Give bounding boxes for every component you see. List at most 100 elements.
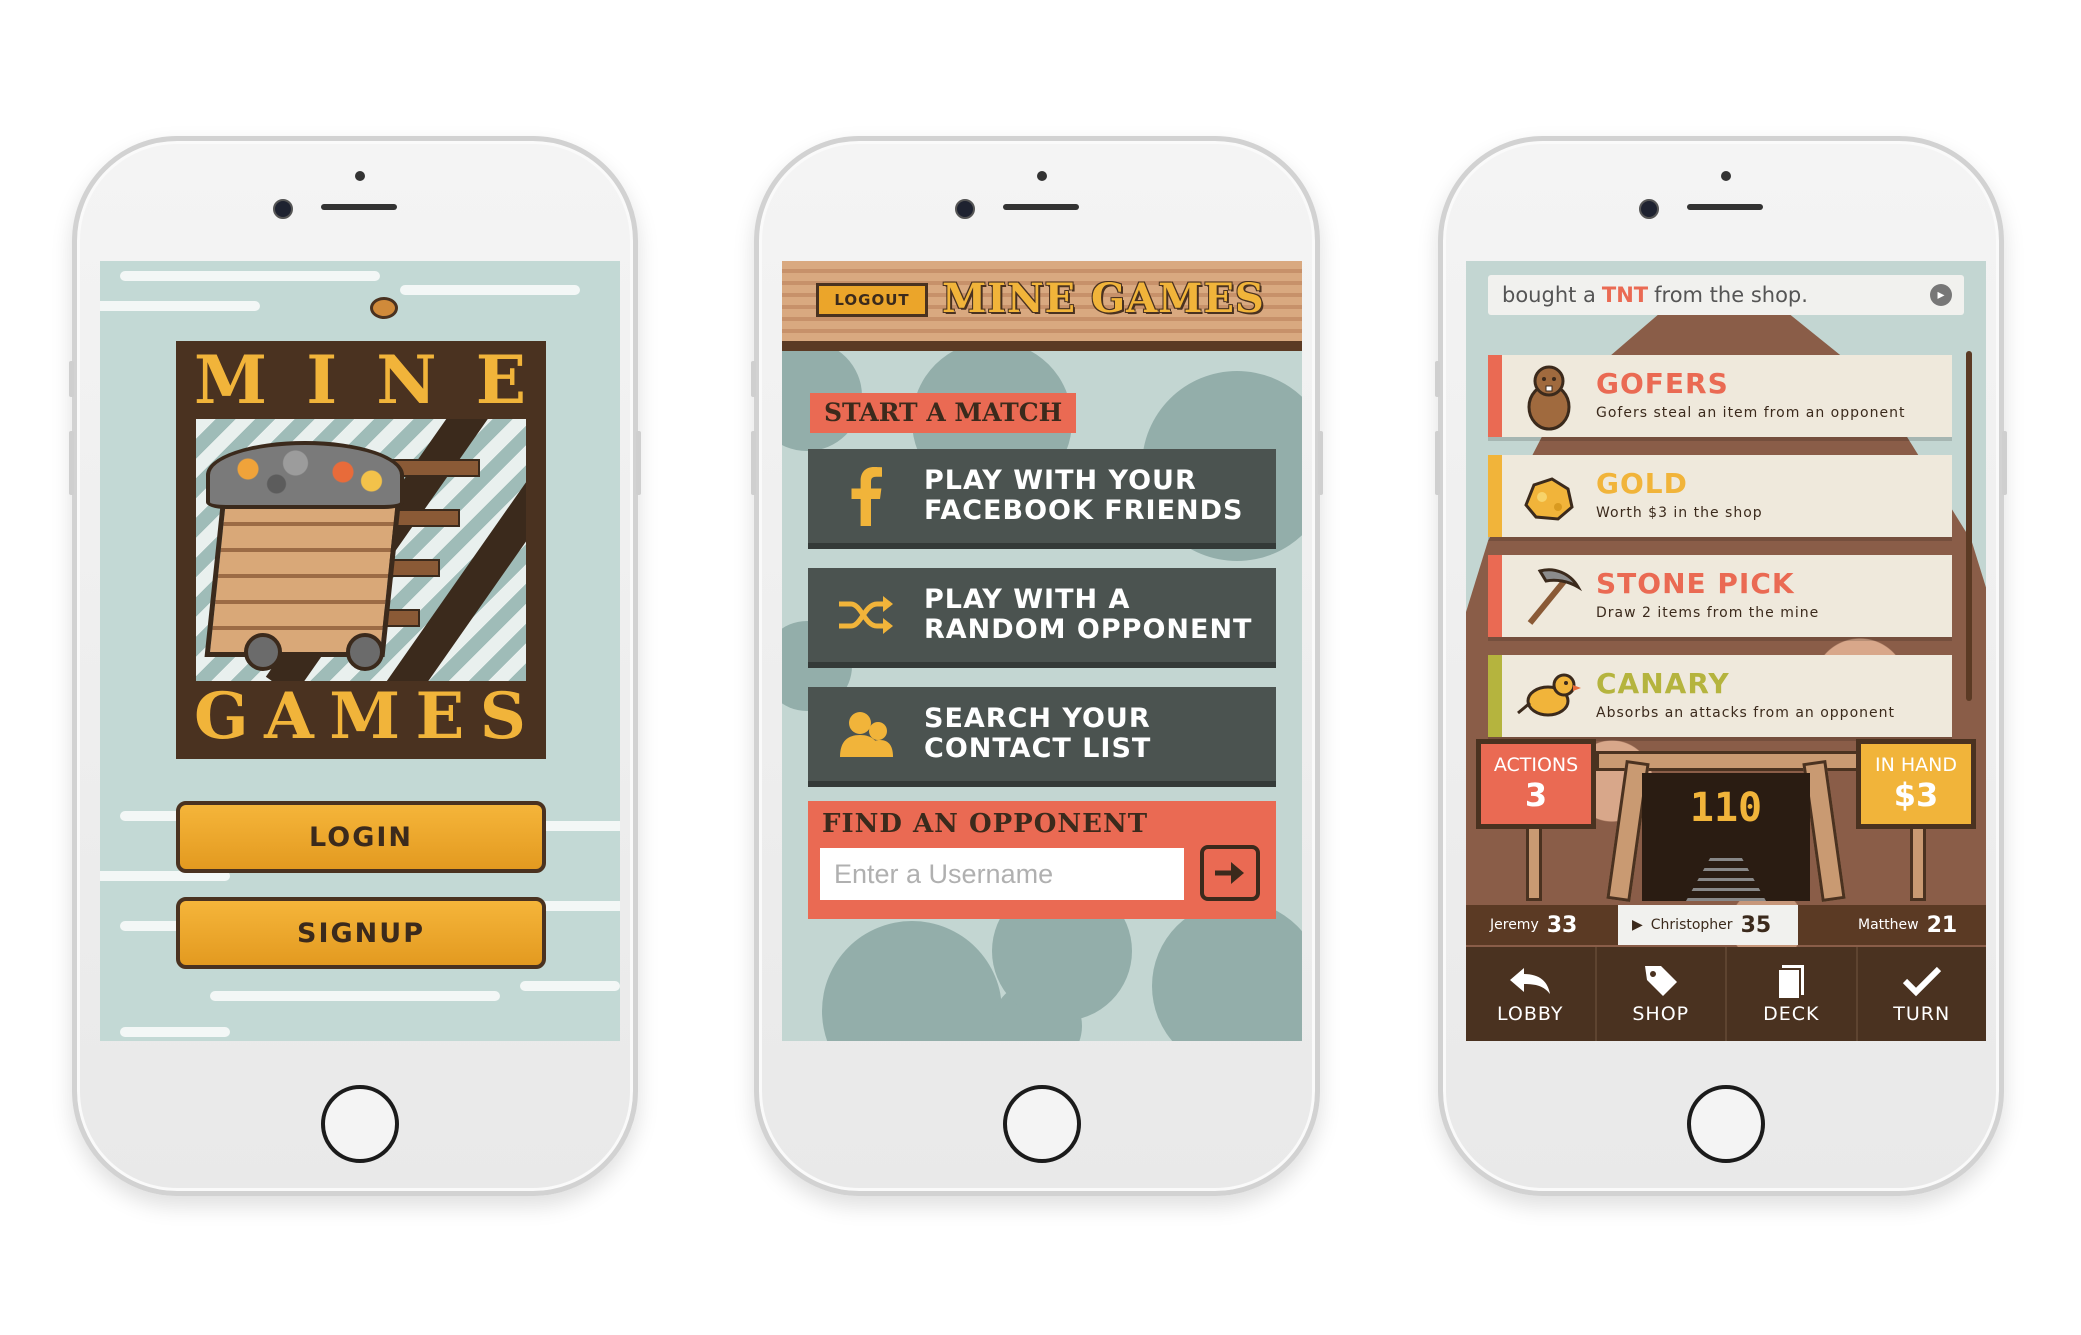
arrow-right-icon [1215, 862, 1244, 884]
home-button[interactable] [1687, 1085, 1765, 1163]
bg-circle [1152, 901, 1302, 1041]
tag-icon [1644, 966, 1677, 996]
option-line: PLAY WITH YOUR [924, 465, 1197, 496]
logout-button[interactable]: LOGOUT [816, 283, 928, 317]
option-line: CONTACT LIST [924, 733, 1152, 764]
logo-word-bottom: G A M E S [176, 679, 546, 754]
phone-lobby: LOGOUT MINE GAMES START A MATCH PLAY WIT… [751, 136, 1323, 1196]
current-turn-marker: ▶ [1632, 917, 1643, 933]
card-stone-pick[interactable]: STONE PICK Draw 2 items from the mine [1488, 555, 1952, 637]
option-label: PLAY WITH YOUR FACEBOOK FRIENDS [924, 466, 1244, 526]
phone-login: M I N E G A M E S LOGIN SIGNUP [69, 136, 641, 1196]
tab-shop[interactable]: SHOP [1597, 947, 1727, 1041]
logo-letter: G [194, 679, 251, 754]
option-label: PLAY WITH A RANDOM OPPONENT [924, 585, 1252, 645]
logo-letter: M [194, 341, 270, 419]
card-title: GOFERS [1596, 367, 1729, 400]
cloud [120, 271, 380, 281]
volume-button [69, 431, 74, 495]
game-tab-bar: LOBBY SHOP DECK TURN [1466, 947, 1986, 1041]
gold-nugget-icon [1524, 477, 1574, 521]
logo-letter: M [329, 679, 403, 754]
cloud [520, 981, 620, 991]
canary-icon [1517, 673, 1581, 717]
mine-entrance: ACTIONS 3 110 IN HAND $3 [1466, 731, 1986, 902]
tab-lobby[interactable]: LOBBY [1466, 947, 1597, 1041]
card-canary[interactable]: CANARY Absorbs an attacks from an oppone… [1488, 655, 1952, 737]
actions-sign: ACTIONS 3 [1476, 739, 1596, 829]
cart-wheel [346, 633, 384, 671]
sensor-dot [355, 171, 365, 181]
player-score-active[interactable]: ▶ Christopher 35 [1618, 905, 1798, 945]
card-description: Gofers steal an item from an opponent [1596, 405, 1906, 421]
login-button[interactable]: LOGIN [176, 801, 546, 873]
sign-post [1910, 821, 1926, 901]
card-title: STONE PICK [1596, 567, 1795, 600]
shuffle-icon [808, 594, 924, 636]
player-name: Jeremy [1490, 917, 1539, 933]
ore-pile [206, 441, 404, 509]
option-line: PLAY WITH A [924, 584, 1131, 615]
falling-nugget [370, 297, 398, 319]
find-opponent-panel: FIND AN OPPONENT [808, 801, 1276, 919]
login-screen: M I N E G A M E S LOGIN SIGNUP [100, 261, 620, 1041]
player-scores-bar: Jeremy 33 ▶ Christopher 35 Matthew 21 [1466, 905, 1986, 945]
logo-letter: N [376, 341, 439, 419]
speaker-grille [1687, 204, 1763, 210]
volume-button [1435, 431, 1440, 495]
front-camera [1639, 199, 1659, 219]
chevron-right-icon[interactable]: ▸ [1930, 284, 1952, 306]
bg-circle [822, 921, 1002, 1041]
gopher-icon [1527, 365, 1571, 431]
player-score[interactable]: Matthew 21 [1858, 905, 1957, 945]
search-contact-list-button[interactable]: SEARCH YOUR CONTACT LIST [808, 687, 1276, 787]
app-title: MINE GAMES [942, 275, 1265, 322]
option-line: SEARCH YOUR [924, 703, 1151, 734]
contacts-icon [808, 709, 924, 759]
in-hand-value: $3 [1893, 776, 1939, 814]
card-list-scrollbar[interactable] [1966, 351, 1972, 701]
player-points: 21 [1926, 912, 1958, 938]
player-name: Matthew [1858, 917, 1919, 933]
tab-label: LOBBY [1497, 1003, 1564, 1025]
notification-highlight: TNT [1601, 283, 1649, 307]
activity-notification[interactable]: bought a TNT from the shop. ▸ [1488, 275, 1964, 315]
volume-button [1435, 361, 1440, 397]
card-gofers[interactable]: GOFERS Gofers steal an item from an oppo… [1488, 355, 1952, 437]
logo-letter: E [475, 341, 528, 419]
start-match-label: START A MATCH [810, 393, 1077, 433]
tab-turn[interactable]: TURN [1858, 947, 1987, 1041]
pickaxe-icon [1527, 568, 1582, 625]
notification-suffix: from the shop. [1654, 283, 1808, 307]
cloud [210, 991, 500, 1001]
mine-score: 110 [1689, 785, 1763, 831]
speaker-grille [321, 204, 397, 210]
play-facebook-friends-button[interactable]: PLAY WITH YOUR FACEBOOK FRIENDS [808, 449, 1276, 549]
player-points: 35 [1740, 912, 1772, 938]
find-opponent-title: FIND AN OPPONENT [822, 809, 1149, 839]
submit-username-button[interactable] [1200, 845, 1260, 901]
home-button[interactable] [321, 1085, 399, 1163]
game-screen: bought a TNT from the shop. ▸ GOFERS Gof… [1466, 261, 1986, 1041]
tab-deck[interactable]: DECK [1727, 947, 1858, 1041]
play-random-opponent-button[interactable]: PLAY WITH A RANDOM OPPONENT [808, 568, 1276, 668]
card-description: Worth $3 in the shop [1596, 505, 1763, 521]
logo-letter: I [306, 341, 340, 419]
logo-word-top: M I N E [176, 341, 546, 419]
back-arrow-icon [1510, 968, 1551, 994]
power-button [2002, 431, 2007, 495]
mine-games-logo: M I N E G A M E S [176, 341, 546, 759]
front-camera [273, 199, 293, 219]
card-gold[interactable]: GOLD Worth $3 in the shop [1488, 455, 1952, 537]
signup-button[interactable]: SIGNUP [176, 897, 546, 969]
home-button[interactable] [1003, 1085, 1081, 1163]
sign-post [1526, 821, 1542, 901]
option-label: SEARCH YOUR CONTACT LIST [924, 704, 1151, 764]
cloud [120, 1027, 230, 1037]
player-name: Christopher [1650, 917, 1733, 933]
cloud [100, 301, 260, 311]
player-score[interactable]: Jeremy 33 [1490, 905, 1577, 945]
username-input[interactable] [820, 848, 1184, 900]
mine-cart-illustration [196, 419, 526, 681]
checkmark-icon [1902, 966, 1941, 997]
